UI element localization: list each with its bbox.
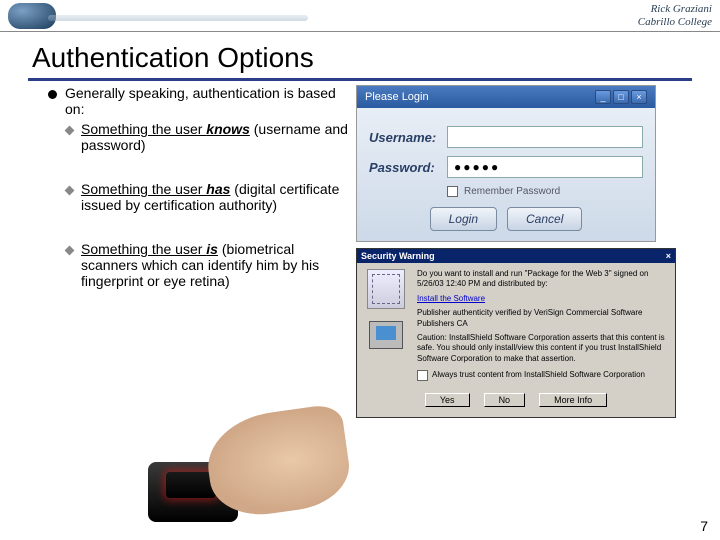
username-input[interactable]: [447, 126, 643, 148]
bullet-diamond-icon: [65, 126, 75, 136]
more-info-button[interactable]: More Info: [539, 393, 607, 407]
security-warning-dialog: Security Warning × Do you want to instal…: [356, 248, 676, 418]
remember-checkbox[interactable]: [447, 186, 458, 197]
list-item: Generally speaking, authentication is ba…: [48, 85, 348, 117]
bullet-text: Something the user has (digital certific…: [81, 181, 348, 213]
secwarn-body-text: Do you want to install and run "Package …: [417, 269, 669, 381]
computer-icon: [369, 321, 403, 349]
minimize-icon[interactable]: _: [595, 90, 611, 104]
list-item: Something the user knows (username and p…: [66, 121, 348, 153]
secwarn-title-text: Security Warning: [361, 251, 435, 261]
page-number: 7: [700, 518, 708, 534]
header-author: Rick Graziani Cabrillo College: [638, 3, 712, 27]
username-label: Username:: [369, 130, 447, 145]
list-item: Something the user is (biometrical scann…: [66, 241, 348, 289]
header-bar: Rick Graziani Cabrillo College: [0, 0, 720, 32]
password-label: Password:: [369, 160, 447, 175]
bullet-diamond-icon: [65, 246, 75, 256]
hand-icon: [202, 403, 355, 522]
fingerprint-scanner-image: [148, 412, 348, 522]
header-orb-icon: [8, 3, 56, 29]
list-item: Something the user has (digital certific…: [66, 181, 348, 213]
bullet-text: Something the user knows (username and p…: [81, 121, 348, 153]
bullet-disc-icon: [48, 90, 57, 99]
install-link[interactable]: Install the Software: [417, 294, 669, 304]
always-trust-label: Always trust content from InstallShield …: [432, 370, 645, 380]
author-org: Cabrillo College: [638, 16, 712, 28]
cancel-button[interactable]: Cancel: [507, 207, 582, 231]
slide-title: Authentication Options: [0, 32, 720, 78]
bullet-diamond-icon: [65, 186, 75, 196]
secwarn-titlebar: Security Warning ×: [357, 249, 675, 263]
login-dialog: Please Login _ □ × Username: Password:: [356, 85, 656, 242]
password-input[interactable]: [447, 156, 643, 178]
bullet-text: Something the user is (biometrical scann…: [81, 241, 348, 289]
no-button[interactable]: No: [484, 393, 526, 407]
certificate-icon: [367, 269, 405, 309]
login-button[interactable]: Login: [430, 207, 497, 231]
yes-button[interactable]: Yes: [425, 393, 470, 407]
header-decoration: [8, 3, 56, 29]
author-name: Rick Graziani: [638, 3, 712, 15]
always-trust-checkbox[interactable]: [417, 370, 428, 381]
login-title-text: Please Login: [365, 91, 429, 103]
close-icon[interactable]: ×: [666, 251, 671, 261]
bullet-list: Generally speaking, authentication is ba…: [48, 85, 348, 418]
remember-label: Remember Password: [464, 186, 560, 197]
intro-text: Generally speaking, authentication is ba…: [65, 85, 348, 117]
maximize-icon[interactable]: □: [613, 90, 629, 104]
close-icon[interactable]: ×: [631, 90, 647, 104]
login-titlebar: Please Login _ □ ×: [357, 86, 655, 108]
